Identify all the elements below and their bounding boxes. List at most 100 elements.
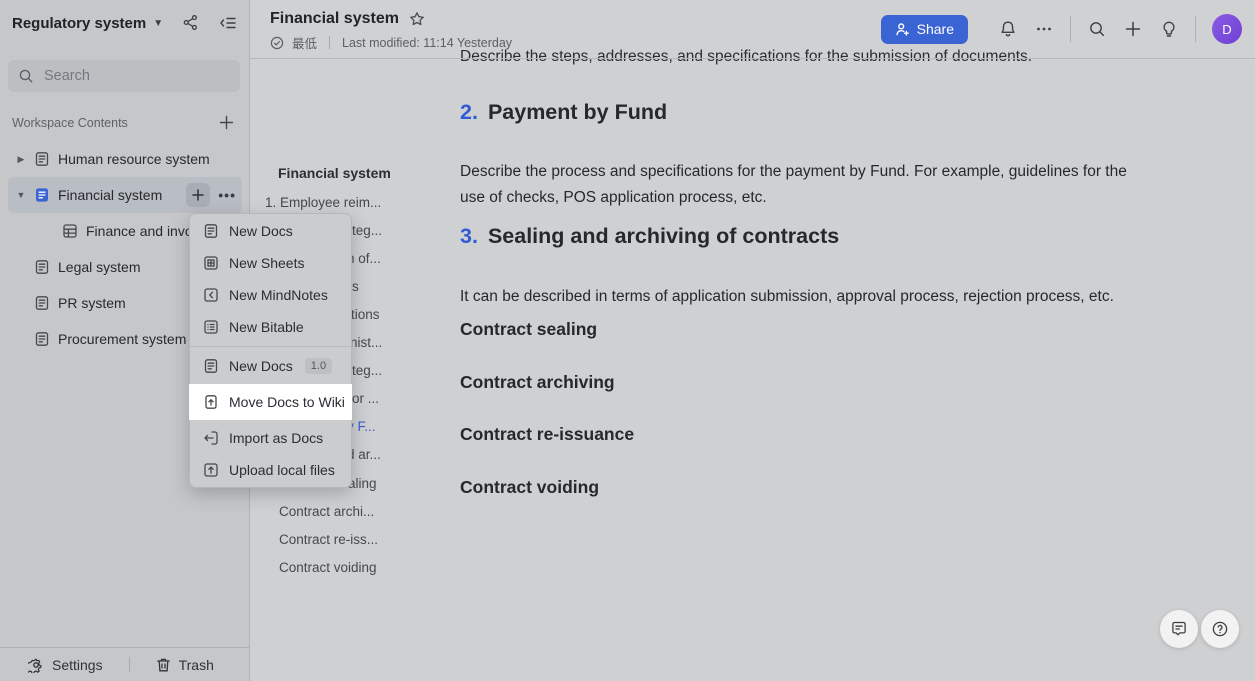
sheets-icon [203, 255, 219, 271]
menu-divider [190, 346, 351, 347]
share-button[interactable]: Share [881, 15, 968, 44]
workspace-contents-label: Workspace Contents [12, 116, 128, 130]
subheading-contract-reissuance: Contract re-issuance [460, 424, 634, 445]
menu-item-label: New Docs [229, 358, 293, 374]
lightbulb-icon[interactable] [1151, 20, 1187, 38]
menu-item-import-as-docs[interactable]: Import as Docs [190, 422, 351, 454]
header-divider [250, 58, 1255, 59]
settings-button[interactable]: Settings [28, 657, 103, 673]
doc-icon [34, 331, 50, 347]
menu-item-new-mindnotes[interactable]: New MindNotes [190, 279, 351, 311]
last-modified-label: Last modified: 11:14 Yesterday [342, 36, 512, 50]
share-workspace-icon[interactable] [182, 14, 199, 32]
menu-item-new-docs[interactable]: New Docs [190, 215, 351, 247]
sidebar-item-financial-selected[interactable]: ▼ Financial system ••• [8, 177, 242, 213]
menu-item-new-bitable[interactable]: New Bitable [190, 311, 351, 343]
menu-item-label: New Docs [229, 223, 293, 239]
paragraph-sealing: It can be described in terms of applicat… [460, 284, 1150, 310]
user-avatar[interactable]: D [1212, 14, 1242, 44]
menu-item-label: Move Docs to Wiki [229, 394, 345, 410]
question-mark-icon [1211, 620, 1229, 638]
footer-divider [129, 657, 130, 672]
add-child-plus-button[interactable] [186, 183, 210, 207]
upload-icon [203, 462, 219, 478]
trash-label: Trash [179, 657, 214, 673]
sidebar-item-human-resource[interactable]: ▶ Human resource system [8, 141, 242, 177]
menu-item-label: New MindNotes [229, 287, 328, 303]
outline-item[interactable]: n of... [347, 251, 381, 266]
feedback-button[interactable] [1160, 610, 1198, 648]
collapse-sidebar-icon[interactable] [219, 14, 237, 32]
section-heading-sealing: 3. Sealing and archiving of contracts [460, 224, 839, 249]
share-button-label: Share [917, 21, 954, 37]
bitable-icon [203, 319, 219, 335]
doc-body: 2. Payment by Fund Describe the process … [460, 58, 1235, 681]
header-divider-bar [1070, 16, 1071, 42]
outline-item[interactable]: Contract archi... [279, 504, 374, 519]
security-level-label[interactable]: 最低 [292, 33, 317, 52]
doc-icon [34, 259, 50, 275]
menu-item-label: New Sheets [229, 255, 304, 271]
docs-icon [203, 223, 219, 239]
menu-item-upload-local-files[interactable]: Upload local files [190, 454, 351, 486]
subheading-contract-voiding: Contract voiding [460, 477, 599, 498]
outline-item[interactable]: tions [351, 307, 380, 322]
outline-item[interactable]: s [352, 279, 359, 294]
notifications-bell-icon[interactable] [990, 20, 1026, 38]
outline-item[interactable]: nist... [350, 335, 382, 350]
workspace-switcher[interactable]: Regulatory system [12, 15, 146, 32]
chevron-down-icon[interactable]: ▼ [153, 18, 163, 29]
outline-item[interactable]: or ... [352, 391, 379, 406]
person-add-icon [895, 22, 910, 37]
heading-number: 2. [460, 100, 478, 125]
outline-item[interactable]: teg... [352, 223, 382, 238]
menu-item-new-docs-1-0[interactable]: New Docs 1.0 [190, 350, 351, 382]
meta-divider [329, 36, 330, 49]
doc-icon [34, 295, 50, 311]
search-icon[interactable] [1079, 20, 1115, 38]
sidebar-item-label: Financial system [58, 187, 162, 203]
help-button[interactable] [1201, 610, 1239, 648]
more-options-icon[interactable]: ••• [218, 187, 236, 203]
trash-button[interactable]: Trash [156, 657, 214, 673]
outline-item[interactable]: Contract re-iss... [279, 532, 378, 547]
settings-label: Settings [52, 657, 103, 673]
menu-item-move-docs-to-wiki[interactable]: Move Docs to Wiki [189, 384, 352, 420]
sidebar-item-label: PR system [58, 295, 126, 311]
chevron-down-icon[interactable]: ▼ [8, 190, 34, 200]
menu-item-new-sheets[interactable]: New Sheets [190, 247, 351, 279]
heading-text: Payment by Fund [488, 100, 667, 125]
add-content-plus-icon[interactable] [218, 114, 235, 131]
trash-icon [156, 657, 171, 673]
chevron-right-icon[interactable]: ▶ [8, 154, 34, 165]
security-shield-icon[interactable] [270, 36, 284, 50]
version-badge: 1.0 [305, 358, 332, 374]
more-ellipsis-icon[interactable] [1026, 20, 1062, 38]
create-plus-icon[interactable] [1115, 20, 1151, 38]
outline-title[interactable]: Financial system [278, 165, 391, 181]
sidebar-item-label: Legal system [58, 259, 140, 275]
outline-item[interactable]: teg... [352, 363, 382, 378]
search-input[interactable] [42, 67, 230, 85]
outline-item[interactable]: 1. Employee reim... [265, 195, 381, 210]
subheading-contract-archiving: Contract archiving [460, 372, 615, 393]
menu-item-label: Import as Docs [229, 430, 323, 446]
move-doc-icon [203, 394, 219, 410]
outline-item[interactable]: d ar... [347, 447, 381, 462]
section-heading-payment: 2. Payment by Fund [460, 100, 667, 125]
doc-icon [34, 151, 50, 167]
favorite-star-icon[interactable] [409, 11, 425, 27]
new-content-context-menu: New Docs New Sheets New MindNotes [189, 213, 352, 488]
outline-item[interactable]: Contract voiding [279, 560, 377, 575]
import-icon [203, 430, 219, 446]
docs-icon [203, 358, 219, 374]
gear-icon [28, 657, 44, 673]
mindnotes-icon [203, 287, 219, 303]
sidebar-search[interactable] [8, 60, 240, 92]
menu-item-label: Upload local files [229, 462, 335, 478]
sidebar-item-label: Human resource system [58, 151, 210, 167]
heading-number: 3. [460, 224, 478, 249]
table-icon [62, 223, 78, 239]
doc-title: Financial system [270, 10, 399, 28]
paragraph-payment: Describe the process and specifications … [460, 159, 1150, 211]
